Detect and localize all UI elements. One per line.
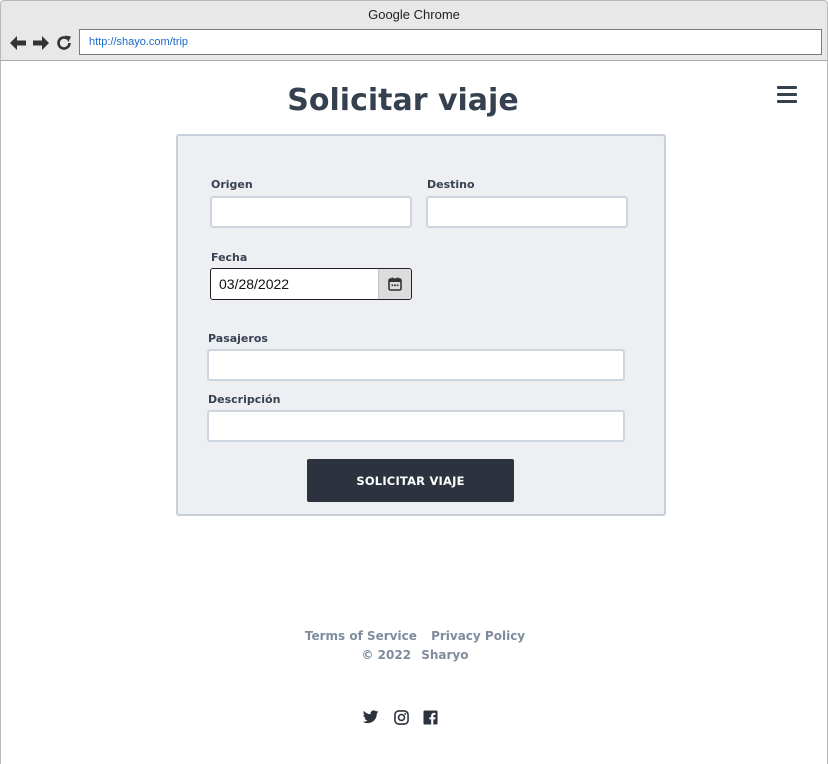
address-bar[interactable]: http://shayo.com/trip: [79, 29, 822, 55]
description-label: Descripción: [208, 393, 281, 406]
page-viewport: Solicitar viaje Origen Destino Fecha 03/…: [0, 61, 828, 764]
date-label: Fecha: [211, 251, 248, 264]
brand-name: Sharyo: [421, 648, 469, 662]
window-title: Google Chrome: [368, 7, 460, 22]
calendar-icon[interactable]: [378, 269, 411, 299]
date-input[interactable]: 03/28/2022: [210, 268, 412, 300]
forward-arrow-icon[interactable]: [30, 32, 52, 54]
footer-links: Terms of Service Privacy Policy: [1, 629, 828, 643]
description-input[interactable]: [207, 410, 625, 442]
twitter-icon[interactable]: [362, 708, 380, 726]
terms-link[interactable]: Terms of Service: [305, 629, 417, 643]
destination-label: Destino: [427, 178, 475, 191]
instagram-icon[interactable]: [392, 708, 410, 726]
copyright-text: © 2022: [361, 648, 412, 662]
origin-input[interactable]: [210, 196, 412, 228]
reload-icon[interactable]: [53, 32, 75, 54]
origin-label: Origen: [211, 178, 253, 191]
browser-title-bar: Google Chrome: [0, 0, 828, 28]
hamburger-menu-icon[interactable]: [777, 84, 799, 104]
back-arrow-icon[interactable]: [7, 32, 29, 54]
privacy-link[interactable]: Privacy Policy: [431, 629, 525, 643]
browser-toolbar: http://shayo.com/trip: [0, 28, 828, 61]
destination-input[interactable]: [426, 196, 628, 228]
passengers-label: Pasajeros: [208, 332, 268, 345]
trip-request-form: Origen Destino Fecha 03/28/2022 Pasajero…: [176, 134, 666, 516]
date-value: 03/28/2022: [219, 276, 290, 292]
footer-copyright: © 2022 Sharyo: [1, 648, 828, 662]
submit-trip-button[interactable]: SOLICITAR VIAJE: [307, 459, 514, 502]
passengers-input[interactable]: [207, 349, 625, 381]
page-title: Solicitar viaje: [287, 83, 519, 118]
facebook-icon[interactable]: [421, 708, 439, 726]
